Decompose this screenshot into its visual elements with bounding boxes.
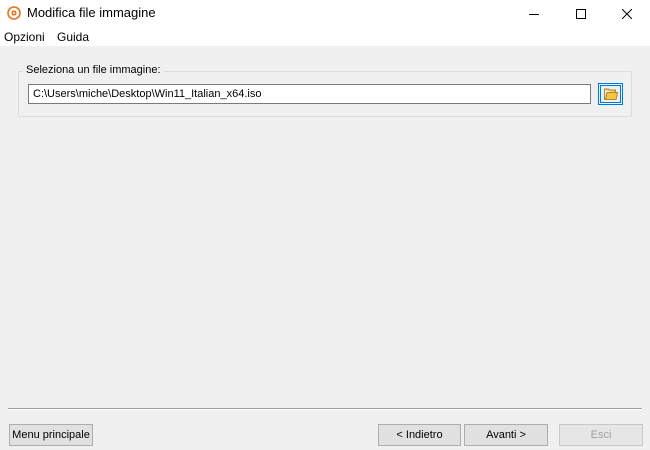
image-path-input[interactable] (28, 84, 591, 104)
maximize-button[interactable] (558, 0, 604, 27)
browse-button[interactable] (598, 83, 623, 105)
image-file-group-label: Seleziona un file immagine: (23, 64, 164, 77)
exit-button[interactable]: Esci (559, 424, 643, 446)
next-button[interactable]: Avanti > (464, 424, 548, 446)
close-button[interactable] (604, 0, 650, 27)
disc-icon (7, 6, 21, 20)
menu-bar: Opzioni Guida (0, 27, 650, 47)
close-icon (622, 8, 632, 19)
menu-opzioni[interactable]: Opzioni (4, 30, 45, 44)
title-bar: Modifica file immagine (0, 0, 650, 27)
footer-separator (8, 408, 642, 410)
menu-guida[interactable]: Guida (57, 30, 89, 44)
minimize-icon (529, 13, 539, 15)
minimize-button[interactable] (511, 0, 557, 27)
main-menu-button[interactable]: Menu principale (9, 424, 93, 446)
back-button[interactable]: < Indietro (378, 424, 461, 446)
maximize-icon (576, 8, 586, 19)
window-title: Modifica file immagine (27, 5, 156, 20)
